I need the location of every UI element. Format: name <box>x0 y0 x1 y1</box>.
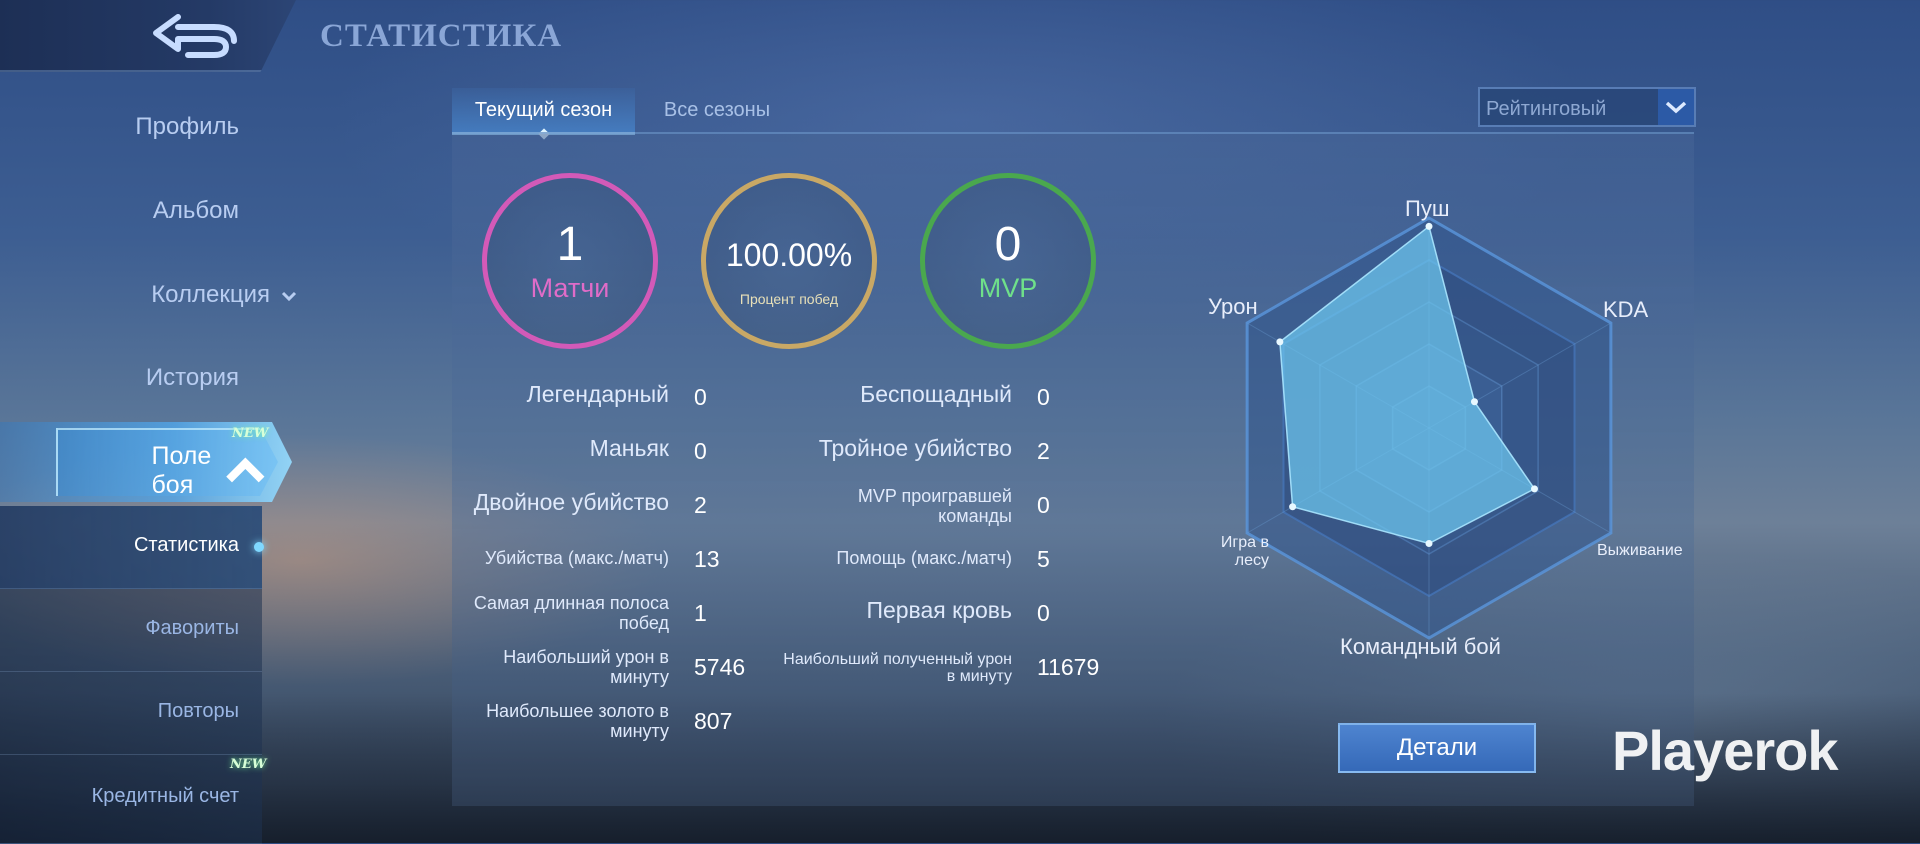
sidebar-subitem-favorites[interactable]: Фавориты <box>0 589 262 672</box>
mode-select-value: Рейтинговый <box>1486 98 1607 120</box>
stat-value: 5746 <box>694 654 746 680</box>
stat-label: Помощь (макс./матч) <box>836 548 1012 568</box>
sidebar-subitem-label: Статистика <box>133 534 239 556</box>
sidebar-item-album[interactable]: Альбом <box>153 197 239 225</box>
mvp-label: MVP <box>978 272 1038 303</box>
sidebar-item-label: История <box>145 364 239 391</box>
radar-label-damage: Урон <box>1208 294 1258 319</box>
new-badge: NEW <box>230 757 267 772</box>
winrate-ring: 100.00% Процент побед <box>701 173 877 349</box>
radar-label-teamfight: Командный бой <box>1340 634 1501 659</box>
sidebar-item-label: Коллекция <box>151 281 270 308</box>
stat-value: 807 <box>694 708 733 734</box>
sidebar-subitem-label: Кредитный счет <box>91 785 239 807</box>
matches-label: Матчи <box>530 272 610 303</box>
stat-value: 5 <box>1037 546 1050 572</box>
stat-label: Тройное убийство <box>818 435 1012 461</box>
sidebar-item-label: Поле боя <box>151 442 270 500</box>
mvp-ring: 0 MVP <box>920 173 1096 349</box>
stat-value: 0 <box>1037 384 1050 410</box>
matches-ring: 1 Матчи <box>482 173 658 349</box>
radar-label-jungle: Игра в лесу <box>1220 534 1269 569</box>
stat-value: 0 <box>694 438 707 464</box>
stat-label: Маньяк <box>589 435 669 461</box>
radar-label-survival: Выживание <box>1597 542 1683 559</box>
stat-label: Двойное убийство <box>473 489 669 515</box>
stat-label: Первая кровь <box>866 597 1012 623</box>
stat-label: MVP проигравшей команды <box>857 486 1012 526</box>
stat-value: 0 <box>694 384 707 410</box>
stat-value: 1 <box>694 600 707 626</box>
sidebar-subitem-label: Повторы <box>157 700 239 722</box>
tab-current-season[interactable]: Текущий сезон <box>452 88 635 140</box>
sidebar-subitem-statistics[interactable]: Статистика <box>0 506 264 589</box>
radar-label-push: Пуш <box>1405 196 1450 221</box>
mvp-value: 0 <box>994 217 1022 271</box>
watermark: Playerok <box>1612 719 1838 782</box>
stat-label: Легендарный <box>526 381 669 407</box>
winrate-label: Процент побед <box>739 291 839 307</box>
matches-value: 1 <box>556 217 584 271</box>
page-title: СТАТИСТИКА <box>320 18 563 54</box>
stat-label: Беспощадный <box>860 381 1012 407</box>
sidebar-item-battlefield-label: Поле боя <box>151 442 212 499</box>
sidebar-item-history[interactable]: История <box>146 364 239 392</box>
stat-value: 13 <box>694 546 720 572</box>
back-arrow-icon <box>153 14 237 58</box>
mode-select[interactable]: Рейтинговый <box>1478 87 1696 127</box>
stat-value: 0 <box>1037 492 1050 518</box>
selected-indicator <box>254 542 264 552</box>
chevron-down-icon <box>281 291 297 302</box>
tab-all-seasons[interactable]: Все сезоны <box>652 88 782 132</box>
sidebar-subitem-credit-score[interactable]: Кредитный счет NEW <box>0 755 266 844</box>
winrate-value: 100.00% <box>725 237 853 273</box>
stat-value: 11679 <box>1037 654 1100 680</box>
back-button[interactable] <box>145 10 241 60</box>
new-badge: NEW <box>232 426 269 441</box>
sidebar-subitem-replays[interactable]: Повторы <box>0 672 262 755</box>
sidebar-subitem-label: Фавориты <box>145 617 239 639</box>
radar-label-kda: KDA <box>1603 297 1649 322</box>
tab-label: Все сезоны <box>663 98 771 121</box>
sidebar-item-label: Профиль <box>135 113 239 140</box>
sidebar-item-label: Альбом <box>152 197 239 224</box>
stat-label: Убийства (макс./матч) <box>484 548 669 568</box>
details-button-label: Детали <box>1396 734 1478 761</box>
stat-label: Наибольшее золото в минуту <box>486 701 669 741</box>
chevron-down-icon <box>1658 89 1694 125</box>
stat-value: 0 <box>1037 600 1050 626</box>
sidebar-item-profile[interactable]: Профиль <box>135 113 239 141</box>
stat-value: 2 <box>1037 438 1050 464</box>
tab-label: Текущий сезон <box>474 98 613 121</box>
details-button[interactable]: Детали <box>1338 723 1536 773</box>
stat-label: Наибольший урон в минуту <box>503 647 669 687</box>
sidebar-item-collection[interactable]: Коллекция <box>151 281 297 309</box>
stat-label: Наибольший полученный урон в минуту <box>783 651 1012 685</box>
stat-value: 2 <box>694 492 707 518</box>
stat-label: Самая длинная полоса побед <box>473 593 669 633</box>
sidebar-item-battlefield[interactable]: Поле боя NEW <box>0 422 292 502</box>
chevron-up-icon <box>226 457 265 482</box>
